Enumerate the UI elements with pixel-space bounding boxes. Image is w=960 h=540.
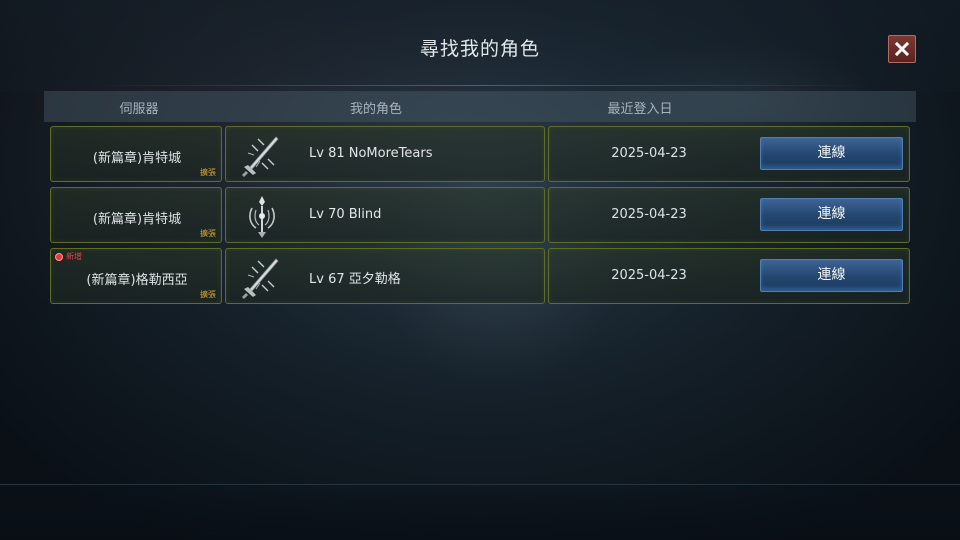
close-x-icon [894, 41, 910, 57]
server-tag: 擴張 [200, 229, 216, 238]
footer-band [0, 484, 960, 540]
character-row: 新增 (新篇章)格勒西亞 擴張 Lv 67 亞夕勒格 2025-04-23 連線 [50, 248, 910, 304]
server-cell: (新篇章)肯特城 擴張 [50, 126, 222, 182]
column-header-server: 伺服器 [119, 102, 159, 117]
column-header-character: 我的角色 [349, 102, 403, 117]
connect-button[interactable]: 連線 [760, 198, 903, 231]
last-login-cell: 2025-04-23 連線 [548, 187, 910, 243]
character-row: (新篇章)肯特城 擴張 Lv 70 Blind 2025-04-23 連線 [50, 187, 910, 243]
column-header-last-login: 最近登入日 [607, 102, 673, 117]
last-login-date: 2025-04-23 [611, 146, 687, 161]
character-cell: Lv 70 Blind [225, 187, 545, 243]
last-login-cell: 2025-04-23 連線 [548, 126, 910, 182]
sword-emblem-icon [242, 258, 279, 299]
server-name: (新篇章)肯特城 [92, 151, 182, 166]
dialog-header: 尋找我的角色 [0, 0, 960, 92]
character-cell: Lv 81 NoMoreTears [225, 126, 545, 182]
last-login-date: 2025-04-23 [611, 207, 687, 222]
server-name: (新篇章)格勒西亞 [86, 273, 188, 288]
server-tag: 擴張 [200, 290, 216, 299]
character-name-level: Lv 81 NoMoreTears [309, 146, 433, 161]
staff-emblem-icon [249, 196, 275, 238]
game-screen: 尋找我的角色 伺服器 我的角色 最近登入日 (新篇章)肯特城 擴張 Lv 81 … [0, 0, 960, 540]
character-row: (新篇章)肯特城 擴張 Lv 81 NoMoreTears 2025-04-23… [50, 126, 910, 182]
last-login-date: 2025-04-23 [611, 268, 687, 283]
character-cell: Lv 67 亞夕勒格 [225, 248, 545, 304]
connect-button[interactable]: 連線 [760, 137, 903, 170]
new-badge-label: 新增 [66, 252, 82, 261]
character-name-level: Lv 67 亞夕勒格 [309, 272, 401, 287]
sword-emblem-icon [242, 136, 279, 177]
server-name: (新篇章)肯特城 [92, 212, 182, 227]
server-cell: 新增 (新篇章)格勒西亞 擴張 [50, 248, 222, 304]
connect-button[interactable]: 連線 [760, 259, 903, 292]
new-dot-icon [55, 252, 63, 261]
new-server-badge: 新增 [55, 251, 82, 262]
dialog-title: 尋找我的角色 [419, 38, 540, 60]
close-button[interactable] [888, 35, 916, 63]
table-header: 伺服器 我的角色 最近登入日 [44, 91, 916, 122]
server-cell: (新篇章)肯特城 擴張 [50, 187, 222, 243]
character-name-level: Lv 70 Blind [309, 207, 382, 222]
server-tag: 擴張 [200, 168, 216, 177]
last-login-cell: 2025-04-23 連線 [548, 248, 910, 304]
